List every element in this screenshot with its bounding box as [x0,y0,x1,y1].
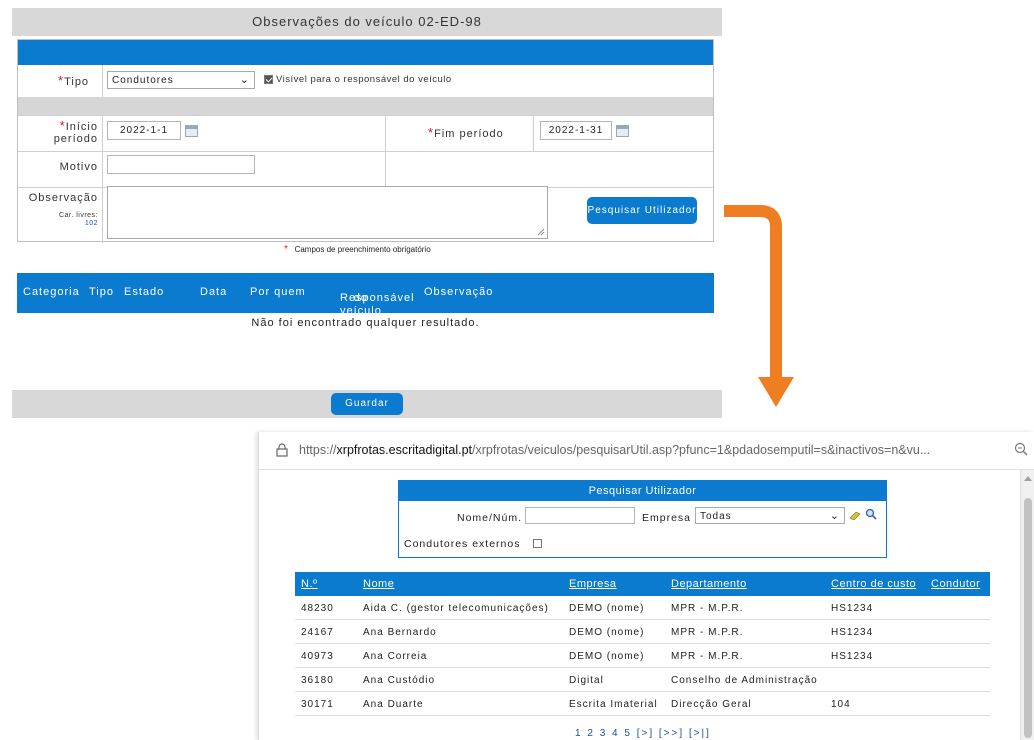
save-button[interactable]: Guardar [331,393,403,415]
cell-centro: HS1234 [831,651,874,662]
scrollbar[interactable] [1020,470,1034,740]
table-row[interactable]: 24167 Ana Bernardo DEMO (nome) MPR - M.P… [295,620,990,644]
required-note: * Campos de preenchimento obrigatório [284,244,431,255]
page-link-3[interactable]: 3 [600,728,608,739]
observation-form: *Tipo Condutores ⌄ Visível para o respons… [17,39,714,243]
page-title: Observações do veículo 02-ED-98 [12,8,722,36]
col-centro-custo[interactable]: Centro de custo [831,578,916,590]
cell-num: 24167 [301,627,334,638]
table-row[interactable]: 48230 Aida C. (gestor telecomunicações) … [295,596,990,620]
page-link-5[interactable]: 5 [624,728,632,739]
cell-empresa: DEMO (nome) [569,603,645,614]
cell-num: 48230 [301,603,334,614]
col-data: Data [200,286,228,298]
tipo-select[interactable]: Condutores ⌄ [107,71,255,89]
cell-num: 30171 [301,699,334,710]
table-row[interactable]: 36180 Ana Custódio Digital Conselho de A… [295,668,990,692]
fim-label: *Fim período [428,125,504,140]
page-next[interactable]: [>] [637,728,654,739]
search-user-button[interactable]: Pesquisar Utilizador [587,197,697,224]
footer-bar: Guardar [12,390,722,418]
inicio-label: *Início período [53,118,98,145]
chevron-down-icon: ⌄ [239,74,250,86]
cell-nome: Aida C. (gestor telecomunicações) [363,603,549,614]
motivo-input[interactable] [107,155,255,174]
empty-results-message: Não foi encontrado qualquer resultado. [251,317,480,329]
name-label: Nome/Núm. [457,512,523,524]
col-condutor[interactable]: Condutor [931,578,980,590]
cell-num: 40973 [301,651,334,662]
form-section-band [18,97,713,115]
cell-nome: Ana Correia [363,651,428,662]
pagination: 1 2 3 4 5 [>] [>>] [>|] [575,728,711,739]
cell-nome: Ana Bernardo [363,627,437,638]
cell-departamento: MPR - M.P.R. [671,603,744,614]
external-drivers-label: Condutores externos [404,538,521,550]
address-bar[interactable]: https://xrpfrotas.escritadigital.pt/xrpf… [259,432,1034,470]
table-row[interactable]: 30171 Ana Duarte Escrita Imaterial Direc… [295,692,990,716]
motivo-label: Motivo [59,161,98,173]
fim-date-input[interactable]: 2022-1-31 [540,121,612,140]
form-header-band [18,40,713,65]
cell-nome: Ana Custódio [363,675,436,686]
car-livres-label: Car. livres: 102 [58,212,98,227]
external-drivers-checkbox[interactable] [533,539,542,548]
search-panel: Pesquisar Utilizador Nome/Núm. Empresa T… [398,480,887,558]
cell-departamento: Direcção Geral [671,699,752,710]
zoom-icon[interactable] [1014,442,1028,456]
table-row[interactable]: 40973 Ana Correia DEMO (nome) MPR - M.P.… [295,644,990,668]
chevron-down-icon: ⌄ [829,510,840,522]
tipo-label: *Tipo [58,73,90,88]
col-por-quem: Por quem [250,286,306,298]
cell-centro: 104 [831,699,851,710]
cell-empresa: Escrita Imaterial [569,699,658,710]
page-link-2[interactable]: 2 [587,728,595,739]
visible-checkbox[interactable] [264,75,273,84]
inicio-date-input[interactable]: 2022-1-1 [107,121,181,140]
page-link-1[interactable]: 1 [575,728,583,739]
col-observacao: Observação [424,286,494,298]
cell-centro: HS1234 [831,627,874,638]
cell-centro: HS1234 [831,603,874,614]
results-table-header: Categoria Tipo Estado Data Por quem Resp… [17,273,714,317]
cell-departamento: Conselho de Administração [671,675,818,686]
cell-empresa: DEMO (nome) [569,627,645,638]
col-nome[interactable]: Nome [363,578,394,590]
cell-num: 36180 [301,675,334,686]
cell-departamento: MPR - M.P.R. [671,627,744,638]
col-empresa[interactable]: Empresa [569,578,617,590]
visible-label: Visível para o responsável do veículo [276,74,452,85]
search-icon[interactable] [865,508,877,520]
name-input[interactable] [525,507,635,524]
page-link-4[interactable]: 4 [612,728,620,739]
calendar-icon[interactable] [185,125,198,137]
eraser-icon[interactable] [849,510,861,520]
empresa-select[interactable]: Todas ⌄ [695,507,845,524]
url-text[interactable]: https://xrpfrotas.escritadigital.pt/xrpf… [299,443,930,457]
col-tipo: Tipo [89,286,114,298]
col-departamento[interactable]: Departamento [671,578,747,590]
lock-icon [276,443,288,457]
observacao-textarea[interactable] [107,186,548,239]
col-categoria: Categoria [23,286,80,298]
resize-handle-icon[interactable] [537,228,545,236]
col-estado: Estado [124,286,165,298]
page-next-block[interactable]: [>>] [659,728,684,739]
cell-departamento: MPR - M.P.R. [671,651,744,662]
page-last[interactable]: [>|] [689,728,711,739]
users-table-header: N.º Nome Empresa Departamento Centro de … [295,572,990,596]
search-panel-title: Pesquisar Utilizador [399,481,886,501]
empresa-label: Empresa [642,512,692,524]
col-num[interactable]: N.º [301,578,318,590]
arrow-icon [724,205,794,407]
cell-nome: Ana Duarte [363,699,424,710]
cell-empresa: DEMO (nome) [569,651,645,662]
cell-empresa: Digital [569,675,604,686]
observacao-label: Observação [28,192,98,204]
popup-window: https://xrpfrotas.escritadigital.pt/xrpf… [258,432,1034,740]
calendar-icon[interactable] [616,125,629,137]
